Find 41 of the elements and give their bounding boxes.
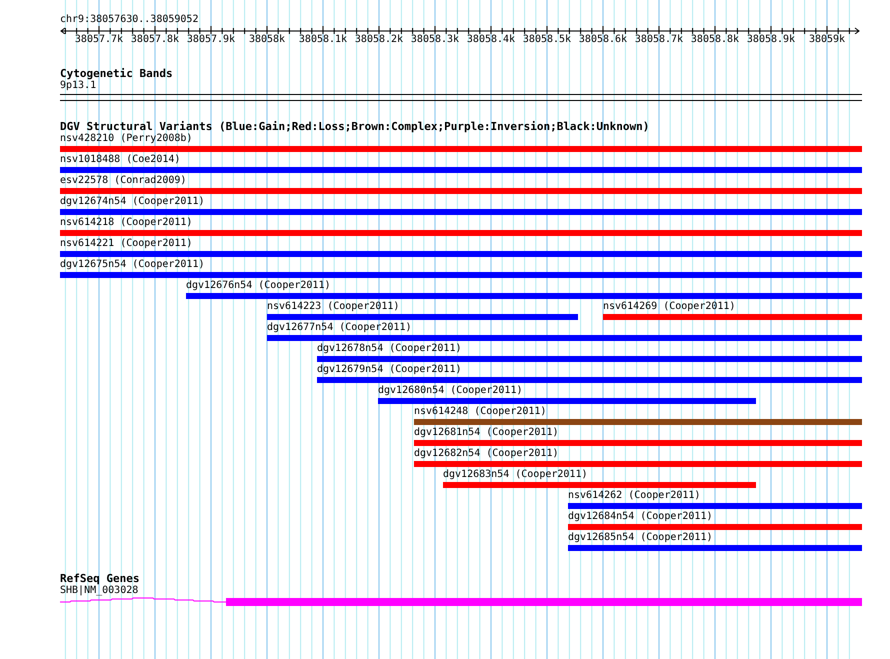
variant-label: nsv614218 (Cooper2011) [60, 217, 192, 229]
track-title: DGV Structural Variants (Blue:Gain;Red:Loss;Brown:Complex;Purple:Inversion;Black:Unknown) [60, 121, 650, 133]
tick-label: 38059k [808, 34, 846, 46]
tick-label: 38057.7k [74, 34, 124, 46]
tick-label: 38058.6k [578, 34, 628, 46]
variant-label: nsv1018488 (Coe2014) [60, 154, 180, 166]
band-label: 9p13.1 [60, 80, 96, 92]
variant-label: dgv12679n54 (Cooper2011) [317, 364, 462, 376]
tick-label: 38057.9k [186, 34, 236, 46]
tick-label: 38058.8k [690, 34, 740, 46]
variant-label: nsv614262 (Cooper2011) [568, 490, 700, 502]
variant-label: nsv428210 (Perry2008b) [60, 133, 192, 145]
variant-label: nsv614248 (Cooper2011) [414, 406, 546, 418]
track-title: Cytogenetic Bands [60, 68, 173, 80]
variant-label: dgv12685n54 (Cooper2011) [568, 532, 712, 544]
variant-label: nsv614223 (Cooper2011) [267, 301, 400, 313]
tick-label: 38058.9k [746, 34, 796, 46]
locus-label: chr9:38057630..38059052 [60, 14, 198, 26]
tick-label: 38058.7k [634, 34, 684, 46]
variant-label: dgv12674n54 (Cooper2011) [60, 196, 204, 208]
track-title: RefSeq Genes [60, 573, 140, 585]
tick-label: 38058.5k [522, 34, 572, 46]
tick-label: 38058.3k [410, 34, 460, 46]
variant-label: nsv614269 (Cooper2011) [603, 301, 736, 313]
variant-label: dgv12675n54 (Cooper2011) [60, 259, 204, 271]
variant-label: dgv12680n54 (Cooper2011) [378, 385, 522, 397]
variant-label: dgv12684n54 (Cooper2011) [568, 511, 712, 523]
variant-label: dgv12677n54 (Cooper2011) [267, 322, 412, 334]
gene-label: SHB|NM_003028 [60, 585, 138, 596]
variant-label: dgv12678n54 (Cooper2011) [317, 343, 462, 355]
variant-label: esv22578 (Conrad2009) [60, 175, 186, 187]
variant-label: dgv12676n54 (Cooper2011) [186, 280, 330, 292]
variant-label: dgv12683n54 (Cooper2011) [443, 469, 588, 481]
variant-label: dgv12681n54 (Cooper2011) [414, 427, 558, 439]
tick-label: 38058.4k [466, 34, 516, 46]
tick-label: 38058.2k [354, 34, 404, 46]
tick-label: 38057.8k [130, 34, 180, 46]
tick-label: 38058.1k [298, 34, 348, 46]
variant-label: dgv12682n54 (Cooper2011) [414, 448, 558, 460]
tick-label: 38058k [248, 34, 286, 46]
variant-label: nsv614221 (Cooper2011) [60, 238, 192, 250]
